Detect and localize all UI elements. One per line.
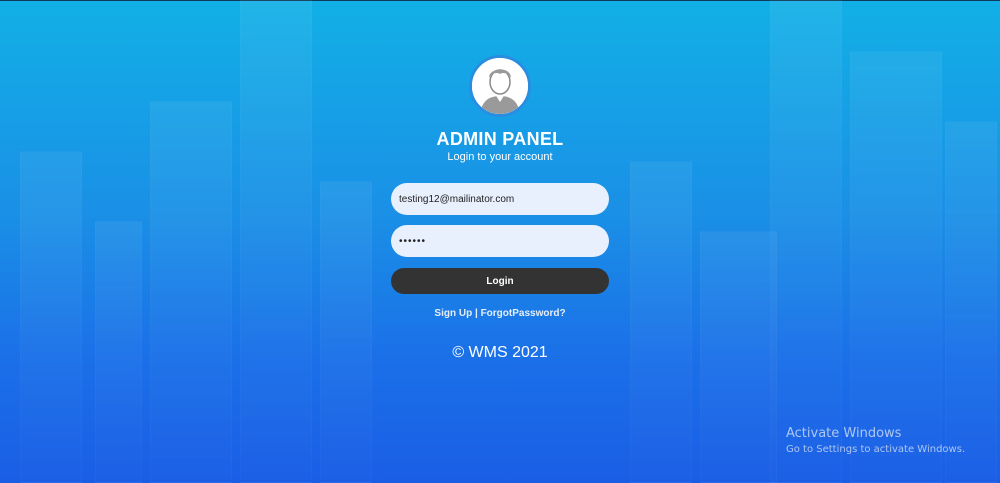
windows-activation-watermark: Activate Windows Go to Settings to activ… <box>786 425 965 457</box>
login-page: ADMIN PANEL Login to your account Login … <box>0 0 1000 483</box>
watermark-subtitle: Go to Settings to activate Windows. <box>786 444 966 455</box>
email-field[interactable] <box>391 183 609 215</box>
link-separator: | <box>472 308 481 319</box>
avatar <box>469 55 531 117</box>
login-panel: ADMIN PANEL Login to your account Login … <box>391 55 609 319</box>
login-button[interactable]: Login <box>391 268 609 294</box>
password-field[interactable] <box>391 225 609 257</box>
page-title: ADMIN PANEL <box>436 129 564 149</box>
forgot-password-link[interactable]: ForgotPassword? <box>481 308 566 319</box>
top-border <box>0 0 1000 1</box>
user-avatar-icon <box>472 58 528 114</box>
copyright-text: © WMS 2021 <box>452 344 548 361</box>
signup-link[interactable]: Sign Up <box>434 308 472 319</box>
page-subtitle: Login to your account <box>447 151 553 163</box>
auth-links: Sign Up | ForgotPassword? <box>391 308 609 319</box>
watermark-title: Activate Windows <box>786 426 902 441</box>
